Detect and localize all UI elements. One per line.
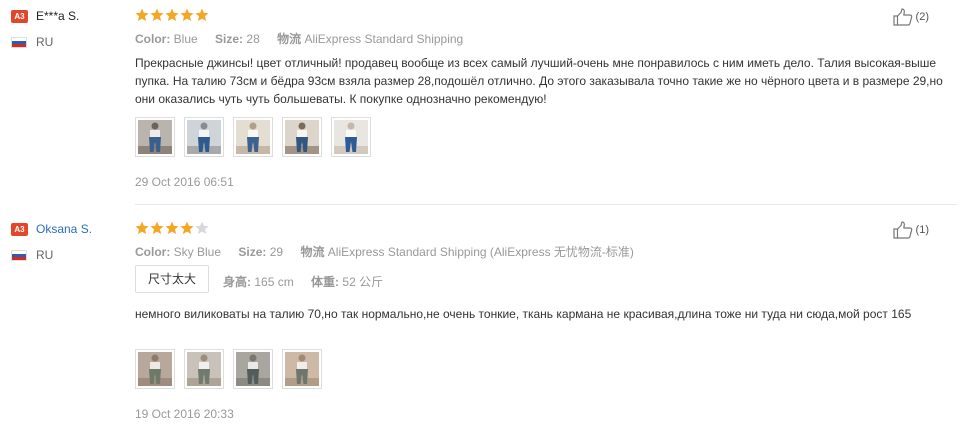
height-label: 身高: xyxy=(223,275,251,289)
star-icon xyxy=(165,221,179,234)
reviewer-country: RU xyxy=(36,35,54,49)
order-attributes: Color: Sky Blue Size: 29 物流 AliExpress S… xyxy=(135,243,648,260)
star-icon xyxy=(150,221,164,234)
shipping-label: 物流 xyxy=(300,245,325,259)
star-icon xyxy=(195,221,209,234)
reviewer-name: E***a S. xyxy=(36,9,80,23)
order-attributes: Color: Blue Size: 28 物流 AliExpress Stand… xyxy=(135,30,477,47)
helpful-button[interactable]: (2) xyxy=(892,8,929,26)
review-item: A3 E***a S. RU Color: Blue Size: 28 物流 A… xyxy=(0,0,963,204)
photo-image xyxy=(138,120,172,154)
photo-image xyxy=(285,352,319,386)
review-date: 19 Oct 2016 20:33 xyxy=(135,407,234,421)
review-photo-thumbnail[interactable] xyxy=(233,117,273,157)
russia-flag-icon xyxy=(11,37,27,48)
star-icon xyxy=(195,8,209,21)
review-text: немного виликоваты на талию 70,но так но… xyxy=(135,307,912,321)
color-label: Color: xyxy=(135,32,171,46)
helpful-count: (1) xyxy=(915,224,929,236)
star-icon xyxy=(180,8,194,21)
buyer-level-badge: A3 xyxy=(11,10,28,23)
review-photo-thumbnail[interactable] xyxy=(233,349,273,389)
weight-value: 52 公斤 xyxy=(342,275,384,289)
size-label: Size: xyxy=(215,32,244,46)
reviewer-name-link[interactable]: Oksana S. xyxy=(36,222,92,236)
russia-flag-icon xyxy=(11,250,27,261)
thumbs-up-icon xyxy=(892,8,912,26)
color-value: Sky Blue xyxy=(173,245,222,259)
review-photo-thumbnail[interactable] xyxy=(331,117,371,157)
photo-image xyxy=(236,120,270,154)
weight-label: 体重: xyxy=(311,275,340,289)
size-value: 29 xyxy=(269,245,284,259)
review-text: Прекрасные джинсы! цвет отличный! продав… xyxy=(135,56,943,106)
photo-image xyxy=(187,352,221,386)
review-photo-thumbnail[interactable] xyxy=(282,349,322,389)
star-icon xyxy=(150,8,164,21)
shipping-value: AliExpress Standard Shipping (AliExpress… xyxy=(327,245,634,259)
review-photo-thumbnail[interactable] xyxy=(282,117,322,157)
star-rating xyxy=(135,8,209,22)
review-photo-thumbnail[interactable] xyxy=(184,349,224,389)
helpful-count: (2) xyxy=(915,11,929,23)
review-photos xyxy=(135,117,371,157)
shipping-value: AliExpress Standard Shipping xyxy=(304,32,464,46)
star-icon xyxy=(135,8,149,21)
photo-image xyxy=(138,352,172,386)
review-photo-thumbnail[interactable] xyxy=(135,117,175,157)
shipping-label: 物流 xyxy=(277,32,302,46)
size-value: 28 xyxy=(246,32,260,46)
photo-image xyxy=(236,352,270,386)
size-label: Size: xyxy=(238,245,267,259)
helpful-button[interactable]: (1) xyxy=(892,221,929,239)
star-icon xyxy=(165,8,179,21)
star-icon xyxy=(135,221,149,234)
reviewer-country: RU xyxy=(36,248,54,262)
thumbs-up-icon xyxy=(892,221,912,239)
review-photo-thumbnail[interactable] xyxy=(135,349,175,389)
color-label: Color: xyxy=(135,245,171,259)
reviewer-body-info: 身高: 165 cm 体重: 52 公斤 xyxy=(223,273,397,290)
star-icon xyxy=(180,221,194,234)
color-value: Blue xyxy=(173,32,198,46)
photo-image xyxy=(187,120,221,154)
height-value: 165 cm xyxy=(254,275,294,289)
review-item: A3 Oksana S. RU Color: Sky Blue Size: 29… xyxy=(0,212,963,427)
star-rating xyxy=(135,221,209,235)
review-photos xyxy=(135,349,322,389)
fit-tag: 尺寸太大 xyxy=(135,265,209,293)
review-divider xyxy=(135,204,957,205)
review-date: 29 Oct 2016 06:51 xyxy=(135,175,234,189)
buyer-level-badge: A3 xyxy=(11,223,28,236)
photo-image xyxy=(334,120,368,154)
review-photo-thumbnail[interactable] xyxy=(184,117,224,157)
photo-image xyxy=(285,120,319,154)
